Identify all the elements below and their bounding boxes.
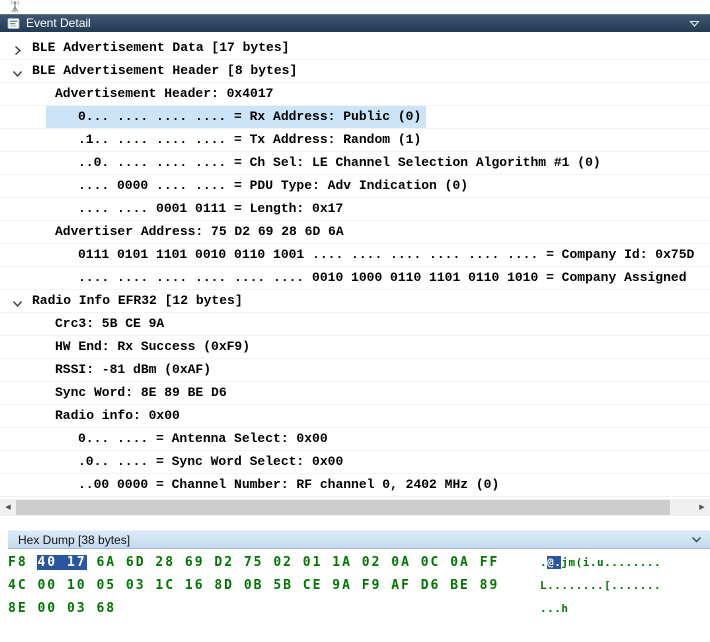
partial-window-icon (7, 0, 23, 13)
tree-row-text: 0... .... = Antenna Select: 0x00 (78, 428, 328, 450)
tree-row-text: BLE Advertisement Data [17 bytes] (32, 37, 289, 59)
tree-row-text: .1.. .... .... .... = Tx Address: Random… (78, 129, 421, 151)
hex-dump-title: Hex Dump [38 bytes] (8, 533, 688, 547)
tree-row[interactable]: .1.. .... .... .... = Tx Address: Random… (0, 129, 710, 152)
scroll-left-arrow-icon[interactable]: ◀ (0, 499, 16, 516)
tree-row-text: BLE Advertisement Header [8 bytes] (32, 60, 297, 82)
tree-expand-chevron-icon[interactable] (12, 43, 23, 54)
tree-row-text: .0.. .... = Sync Word Select: 0x00 (78, 451, 343, 473)
tree-row[interactable]: HW End: Rx Success (0xF9) (0, 336, 710, 359)
horizontal-scrollbar[interactable]: ◀ ▶ (0, 499, 710, 516)
tree-row[interactable]: .... 0000 .... .... = PDU Type: Adv Indi… (0, 175, 710, 198)
scrollbar-track[interactable] (16, 499, 694, 516)
tree-row[interactable]: Radio info: 0x00 (0, 405, 710, 428)
tree-row-text: ..00 0000 = Channel Number: RF channel 0… (78, 474, 499, 496)
tree-row[interactable]: 0... .... = Antenna Select: 0x00 (0, 428, 710, 451)
top-strip (0, 0, 710, 14)
hex-ascii[interactable]: ...h (540, 597, 569, 620)
scroll-right-arrow-icon[interactable]: ▶ (694, 499, 710, 516)
hex-selected-bytes[interactable]: @. (547, 556, 561, 569)
scrollbar-thumb[interactable] (16, 500, 670, 515)
tree-row-text: 0111 0101 1101 0010 0110 1001 .... .... … (78, 244, 694, 266)
tree-row-text: .... 0000 .... .... = PDU Type: Adv Indi… (78, 175, 468, 197)
tree-row[interactable]: .0.. .... = Sync Word Select: 0x00 (0, 451, 710, 474)
tree-row[interactable]: RSSI: -81 dBm (0xAF) (0, 359, 710, 382)
tree-row-text: Radio Info EFR32 [12 bytes] (32, 290, 243, 312)
tree-row-text: 0... .... .... .... = Rx Address: Public… (46, 106, 426, 128)
tree-row[interactable]: ..00 0000 = Channel Number: RF channel 0… (0, 474, 710, 497)
tree-row-text: Radio info: 0x00 (55, 405, 180, 427)
tree-row[interactable]: Advertiser Address: 75 D2 69 28 6D 6A (0, 221, 710, 244)
tree-row-text: Sync Word: 8E 89 BE D6 (55, 382, 227, 404)
event-detail-icon (7, 17, 20, 30)
hex-row: 4C 00 10 05 03 1C 16 8D 0B 5B CE 9A F9 A… (0, 574, 710, 597)
tree-row[interactable]: BLE Advertisement Data [17 bytes] (0, 37, 710, 60)
hex-selected-bytes[interactable]: 40 17 (37, 555, 86, 570)
tree-row[interactable]: .... .... .... .... .... .... 0010 1000 … (0, 267, 710, 290)
hex-row: F8 40 17 6A 6D 28 69 D2 75 02 01 1A 02 0… (0, 551, 710, 574)
hex-row: 8E 00 03 68 ...h (0, 597, 710, 620)
tree-row[interactable]: 0111 0101 1101 0010 0110 1001 .... .... … (0, 244, 710, 267)
tree-row[interactable]: 0... .... .... .... = Rx Address: Public… (0, 106, 710, 129)
tree-row-text: HW End: Rx Success (0xF9) (55, 336, 250, 358)
tree-expand-chevron-icon[interactable] (12, 296, 23, 307)
tree-row[interactable]: Sync Word: 8E 89 BE D6 (0, 382, 710, 405)
tree-row-text: RSSI: -81 dBm (0xAF) (55, 359, 211, 381)
tree-row-text: Advertisement Header: 0x4017 (55, 83, 273, 105)
view-menu-triangle-icon[interactable] (686, 16, 703, 31)
tree-expand-chevron-icon[interactable] (12, 66, 23, 77)
hex-dump-collapse-chevron-icon[interactable] (688, 533, 704, 546)
hex-bytes[interactable]: F8 40 17 6A 6D 28 69 D2 75 02 01 1A 02 0… (8, 551, 499, 574)
tree-row-text: ..0. .... .... .... = Ch Sel: LE Channel… (78, 152, 601, 174)
tree-row-text: Crc3: 5B CE 9A (55, 313, 164, 335)
event-detail-tree: BLE Advertisement Data [17 bytes] BLE Ad… (0, 33, 710, 497)
hex-dump-body: F8 40 17 6A 6D 28 69 D2 75 02 01 1A 02 0… (0, 551, 710, 620)
hex-bytes[interactable]: 4C 00 10 05 03 1C 16 8D 0B 5B CE 9A F9 A… (8, 574, 499, 597)
tree-row-text: Advertiser Address: 75 D2 69 28 6D 6A (55, 221, 344, 243)
tree-row-text: .... .... .... .... .... .... 0010 1000 … (78, 267, 687, 289)
tree-row[interactable]: BLE Advertisement Header [8 bytes] (0, 60, 710, 83)
hex-ascii[interactable]: L........[....... (540, 574, 661, 597)
tree-row[interactable]: Crc3: 5B CE 9A (0, 313, 710, 336)
tree-row[interactable]: Advertisement Header: 0x4017 (0, 83, 710, 106)
hex-dump-header: Hex Dump [38 bytes] (8, 530, 710, 549)
panel-title: Event Detail (26, 16, 686, 30)
tree-row-text: .... .... 0001 0111 = Length: 0x17 (78, 198, 343, 220)
tree-row[interactable]: .... .... 0001 0111 = Length: 0x17 (0, 198, 710, 221)
event-detail-titlebar: Event Detail (0, 14, 710, 32)
hex-ascii[interactable]: .@.jm(i.u........ (540, 551, 661, 574)
hex-bytes[interactable]: 8E 00 03 68 (8, 597, 116, 620)
tree-row[interactable]: Radio Info EFR32 [12 bytes] (0, 290, 710, 313)
tree-row[interactable]: ..0. .... .... .... = Ch Sel: LE Channel… (0, 152, 710, 175)
